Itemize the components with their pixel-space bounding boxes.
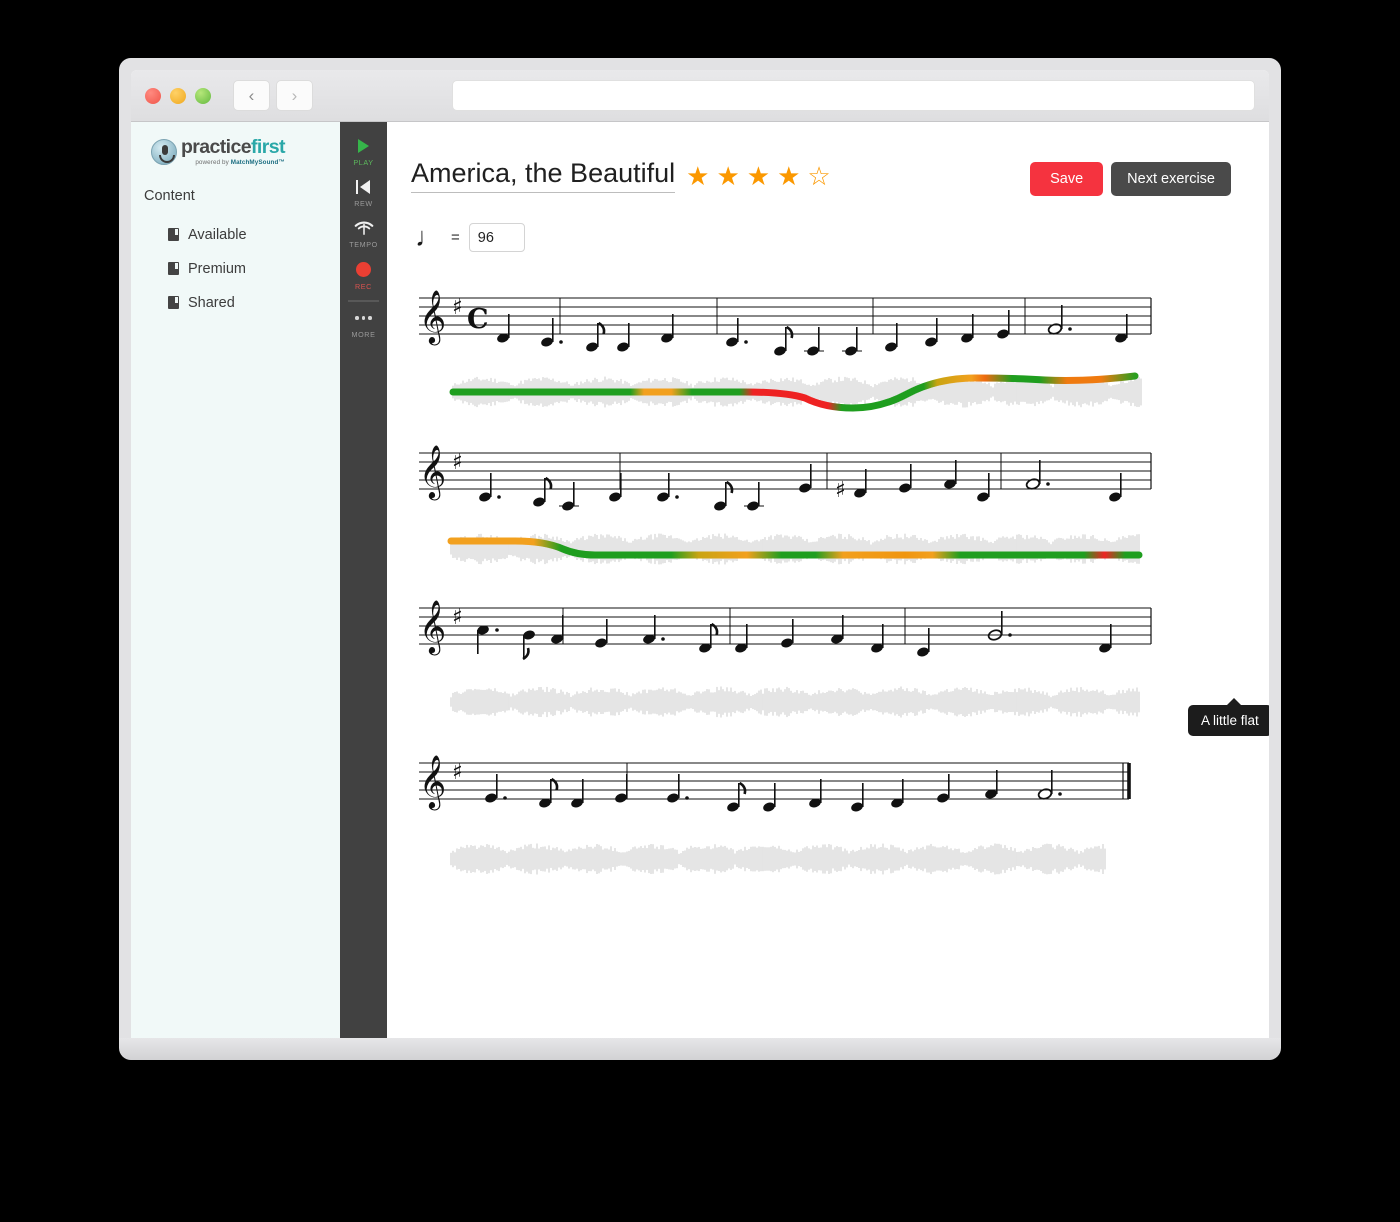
- waveform-1: [449, 372, 1142, 412]
- record-button[interactable]: REC: [340, 255, 387, 297]
- rail-divider: [348, 300, 379, 302]
- exercise-header: America, the Beautiful ★ ★ ★ ★ ☆ Save Ne…: [387, 122, 1269, 196]
- rewind-label: REW: [354, 199, 373, 208]
- record-icon: [356, 262, 371, 277]
- microphone-icon: [151, 139, 177, 165]
- minimize-window-button[interactable]: [170, 87, 186, 104]
- play-icon: [358, 139, 369, 153]
- svg-text:C: C: [467, 304, 489, 335]
- sidebar-item-label: Shared: [188, 294, 235, 311]
- record-label: REC: [355, 282, 372, 291]
- transport-rail: PLAY REW TEMPO REC MORE: [340, 122, 387, 1056]
- sidebar: practicefirst powered by MatchMySound™ C…: [131, 122, 340, 1056]
- waveform-4: [447, 843, 1109, 875]
- play-button[interactable]: PLAY: [340, 132, 387, 173]
- back-button[interactable]: ‹: [233, 80, 270, 111]
- star-icon-4[interactable]: ★: [777, 163, 800, 189]
- book-icon: [168, 262, 179, 276]
- book-icon: [168, 296, 179, 310]
- metronome-icon: [354, 221, 373, 235]
- traffic-lights: [145, 87, 211, 104]
- rewind-icon: [355, 180, 372, 194]
- staff-2: 𝄞 ♯ ♯: [419, 445, 1152, 511]
- save-button[interactable]: Save: [1030, 162, 1104, 196]
- star-icon-2[interactable]: ★: [716, 163, 739, 189]
- svg-text:𝄞: 𝄞: [419, 755, 446, 810]
- rewind-button[interactable]: REW: [340, 173, 387, 214]
- next-exercise-button[interactable]: Next exercise: [1111, 162, 1231, 196]
- sidebar-item-label: Premium: [188, 260, 247, 277]
- equals-sign: =: [451, 229, 460, 246]
- logo-tagline-brand: MatchMySound™: [230, 158, 285, 166]
- svg-text:♯: ♯: [452, 760, 463, 785]
- chevron-right-icon: ›: [291, 86, 298, 105]
- sidebar-section-title: Content: [144, 187, 195, 204]
- window-content: ‹ › practicefirst powered by MatchMySoun…: [131, 70, 1269, 1056]
- play-label: PLAY: [353, 158, 374, 167]
- score-system-3[interactable]: 𝄞 ♯: [387, 600, 1269, 755]
- svg-text:𝄞: 𝄞: [419, 290, 446, 345]
- svg-text:♯: ♯: [452, 605, 463, 630]
- action-buttons: Save Next exercise: [1030, 162, 1231, 196]
- star-rating[interactable]: ★ ★ ★ ★ ☆: [686, 163, 831, 189]
- staff-1: 𝄞 ♯ C: [419, 290, 1152, 356]
- book-icon: [168, 228, 179, 242]
- title-block: America, the Beautiful ★ ★ ★ ★ ☆: [411, 158, 831, 193]
- tooltip-text: A little flat: [1201, 713, 1259, 728]
- sidebar-item-label: Available: [188, 226, 247, 243]
- score-system-4[interactable]: 𝄞 ♯: [387, 755, 1269, 910]
- svg-text:♯: ♯: [452, 295, 463, 320]
- star-icon-5[interactable]: ☆: [807, 163, 830, 189]
- navigation-buttons: ‹ ›: [233, 80, 313, 111]
- waveform-2: [447, 533, 1143, 565]
- forward-button[interactable]: ›: [276, 80, 313, 111]
- url-bar[interactable]: [452, 80, 1255, 111]
- more-button[interactable]: MORE: [340, 304, 387, 345]
- tempo-control: ♩ =: [387, 196, 1269, 252]
- close-window-button[interactable]: [145, 87, 161, 104]
- browser-titlebar: ‹ ›: [131, 70, 1269, 122]
- main-content: America, the Beautiful ★ ★ ★ ★ ☆ Save Ne…: [387, 122, 1269, 1056]
- tempo-button[interactable]: TEMPO: [340, 214, 387, 255]
- staff-3: 𝄞 ♯: [419, 600, 1152, 661]
- tempo-input[interactable]: [468, 223, 525, 252]
- maximize-window-button[interactable]: [195, 87, 211, 104]
- pitch-feedback-tooltip: A little flat: [1188, 698, 1269, 736]
- sidebar-item-available[interactable]: Available: [131, 218, 340, 252]
- logo-tagline-prefix: powered by: [195, 158, 231, 166]
- music-score: 𝄞 ♯ C 𝄞 ♯ ♯ 𝄞 ♯ 𝄞 ♯: [387, 252, 1269, 910]
- window-bottom-edge: [119, 1038, 1281, 1060]
- quarter-note-icon: ♩: [415, 221, 442, 252]
- app-body: practicefirst powered by MatchMySound™ C…: [131, 122, 1269, 1056]
- waveform-3: [447, 686, 1143, 718]
- svg-text:𝄞: 𝄞: [419, 600, 446, 655]
- app-logo[interactable]: practicefirst powered by MatchMySound™: [131, 136, 340, 166]
- sidebar-item-shared[interactable]: Shared: [131, 286, 340, 320]
- svg-text:♯: ♯: [452, 450, 463, 475]
- page-title: America, the Beautiful: [411, 158, 676, 193]
- tempo-label: TEMPO: [349, 240, 378, 249]
- staff-4: 𝄞 ♯: [419, 755, 1131, 812]
- star-icon-3[interactable]: ★: [747, 163, 770, 189]
- score-system-1[interactable]: 𝄞 ♯ C: [387, 290, 1269, 445]
- logo-word-one: practice: [181, 136, 252, 158]
- score-system-2[interactable]: 𝄞 ♯ ♯: [387, 445, 1269, 600]
- svg-text:𝄞: 𝄞: [419, 445, 446, 500]
- chevron-left-icon: ‹: [248, 86, 255, 105]
- star-icon-1[interactable]: ★: [686, 163, 709, 189]
- sidebar-item-premium[interactable]: Premium: [131, 252, 340, 286]
- logo-word-two: first: [251, 136, 285, 158]
- ellipsis-icon: [355, 311, 372, 325]
- svg-text:♯: ♯: [835, 478, 846, 503]
- browser-window: ‹ › practicefirst powered by MatchMySoun…: [119, 58, 1281, 1056]
- more-label: MORE: [351, 330, 376, 339]
